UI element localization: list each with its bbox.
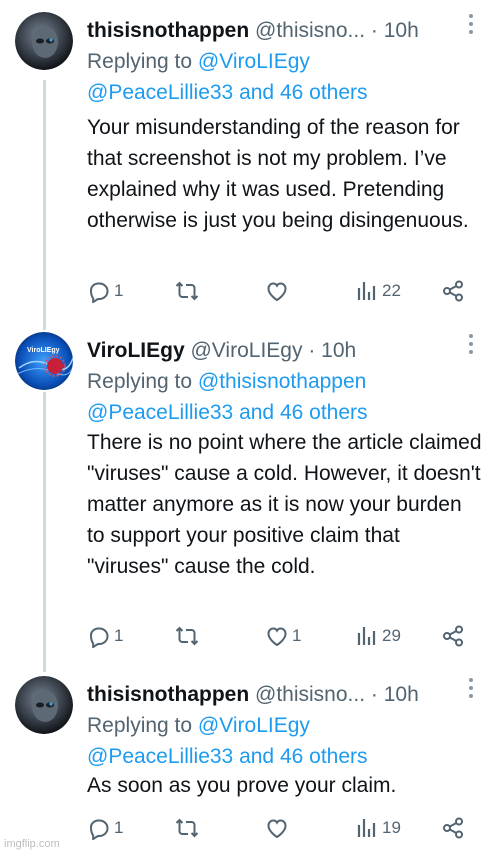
avatar[interactable]: ViroLIEgy: [15, 332, 73, 390]
replying-to-label: Replying to: [87, 714, 193, 737]
tweet-text: As soon as you prove your claim.: [87, 774, 397, 797]
views-button[interactable]: 29: [355, 622, 401, 650]
reply-button[interactable]: 1: [87, 277, 123, 305]
replying-to-label: Replying to: [87, 370, 193, 393]
user-handle[interactable]: @thisisno...: [255, 683, 365, 706]
share-icon: [443, 817, 463, 839]
virus-avatar-icon: ViroLIEgy: [15, 332, 73, 390]
display-name[interactable]: thisisnothappen: [87, 683, 249, 706]
alien-avatar-icon: [15, 676, 73, 734]
reply-others-link[interactable]: @PeaceLillie33 and 46 others: [87, 81, 368, 104]
timestamp[interactable]: 10h: [321, 339, 356, 362]
tweet-header: thisisnothappen @thisisno... · 10h: [87, 19, 419, 42]
user-handle[interactable]: @ViroLIEgy: [190, 339, 302, 362]
display-name[interactable]: thisisnothappen: [87, 19, 249, 42]
tweet-header: ViroLIEgy @ViroLIEgy · 10h: [87, 339, 357, 362]
more-options-icon[interactable]: [468, 678, 474, 700]
views-icon: [357, 627, 376, 645]
tweet-actions: 1 19: [87, 814, 480, 842]
share-button[interactable]: [441, 622, 465, 650]
share-button[interactable]: [441, 277, 465, 305]
reply-count: 1: [114, 281, 124, 300]
timestamp[interactable]: 10h: [384, 19, 419, 42]
replying-to: Replying to @ViroLIEgy @PeaceLillie33 an…: [87, 46, 480, 108]
tweet-header: thisisnothappen @thisisno... · 10h: [87, 683, 419, 706]
avatar[interactable]: [15, 12, 73, 70]
tweet-actions: 1 1 29: [87, 622, 480, 650]
like-button[interactable]: 1: [265, 622, 301, 650]
tweet-actions: 1 22: [87, 277, 480, 305]
like-count: 1: [292, 626, 302, 645]
like-button[interactable]: [265, 814, 292, 842]
avatar[interactable]: [15, 676, 73, 734]
reply-user-link[interactable]: @ViroLIEgy: [198, 50, 310, 73]
tweet[interactable]: thisisnothappen @thisisno... · 10h Reply…: [0, 664, 500, 856]
avatar-logo-text: ViroLIEgy: [27, 347, 60, 354]
user-handle[interactable]: @thisisno...: [255, 19, 365, 42]
timestamp[interactable]: 10h: [384, 683, 419, 706]
reply-icon: [89, 282, 109, 303]
tweet[interactable]: thisisnothappen @thisisno... · 10h Reply…: [0, 0, 500, 320]
heart-icon: [267, 282, 287, 302]
replying-to: Replying to @thisisnothappen @PeaceLilli…: [87, 366, 480, 428]
heart-icon: [267, 819, 287, 839]
reply-others-link[interactable]: @PeaceLillie33 and 46 others: [87, 401, 368, 424]
reply-button[interactable]: 1: [87, 814, 123, 842]
reply-count: 1: [114, 818, 124, 837]
heart-icon: [267, 627, 287, 647]
views-icon: [357, 282, 376, 300]
reply-icon: [89, 819, 109, 840]
watermark: imgflip.com: [4, 838, 60, 850]
views-icon: [357, 819, 376, 837]
tweet-text: Your misunderstanding of the reason for …: [87, 116, 469, 232]
replying-to-label: Replying to: [87, 50, 193, 73]
views-button[interactable]: 22: [355, 277, 401, 305]
retweet-icon: [175, 281, 199, 301]
reply-user-link[interactable]: @ViroLIEgy: [198, 714, 310, 737]
views-button[interactable]: 19: [355, 814, 401, 842]
retweet-button[interactable]: [175, 622, 199, 650]
reply-count: 1: [114, 626, 124, 645]
reply-others-link[interactable]: @PeaceLillie33 and 46 others: [87, 745, 368, 768]
view-count: 19: [382, 818, 401, 837]
reply-icon: [89, 627, 109, 648]
like-button[interactable]: [265, 277, 292, 305]
reply-button[interactable]: 1: [87, 622, 123, 650]
view-count: 29: [382, 626, 401, 645]
retweet-button[interactable]: [175, 277, 199, 305]
more-options-icon[interactable]: [468, 334, 474, 356]
replying-to: Replying to @ViroLIEgy @PeaceLillie33 an…: [87, 710, 480, 772]
alien-avatar-icon: [15, 12, 73, 70]
retweet-icon: [175, 626, 199, 646]
tweet[interactable]: ViroLIEgy ViroLIEgy @ViroLIEgy · 10h Rep…: [0, 320, 500, 665]
share-button[interactable]: [441, 814, 465, 842]
view-count: 22: [382, 281, 401, 300]
share-icon: [443, 280, 463, 302]
display-name[interactable]: ViroLIEgy: [87, 339, 185, 362]
more-options-icon[interactable]: [468, 14, 474, 36]
reply-user-link[interactable]: @thisisnothappen: [198, 370, 366, 393]
tweet-text: There is no point where the article clai…: [87, 431, 482, 578]
retweet-button[interactable]: [175, 814, 199, 842]
retweet-icon: [175, 818, 199, 838]
share-icon: [443, 625, 463, 647]
